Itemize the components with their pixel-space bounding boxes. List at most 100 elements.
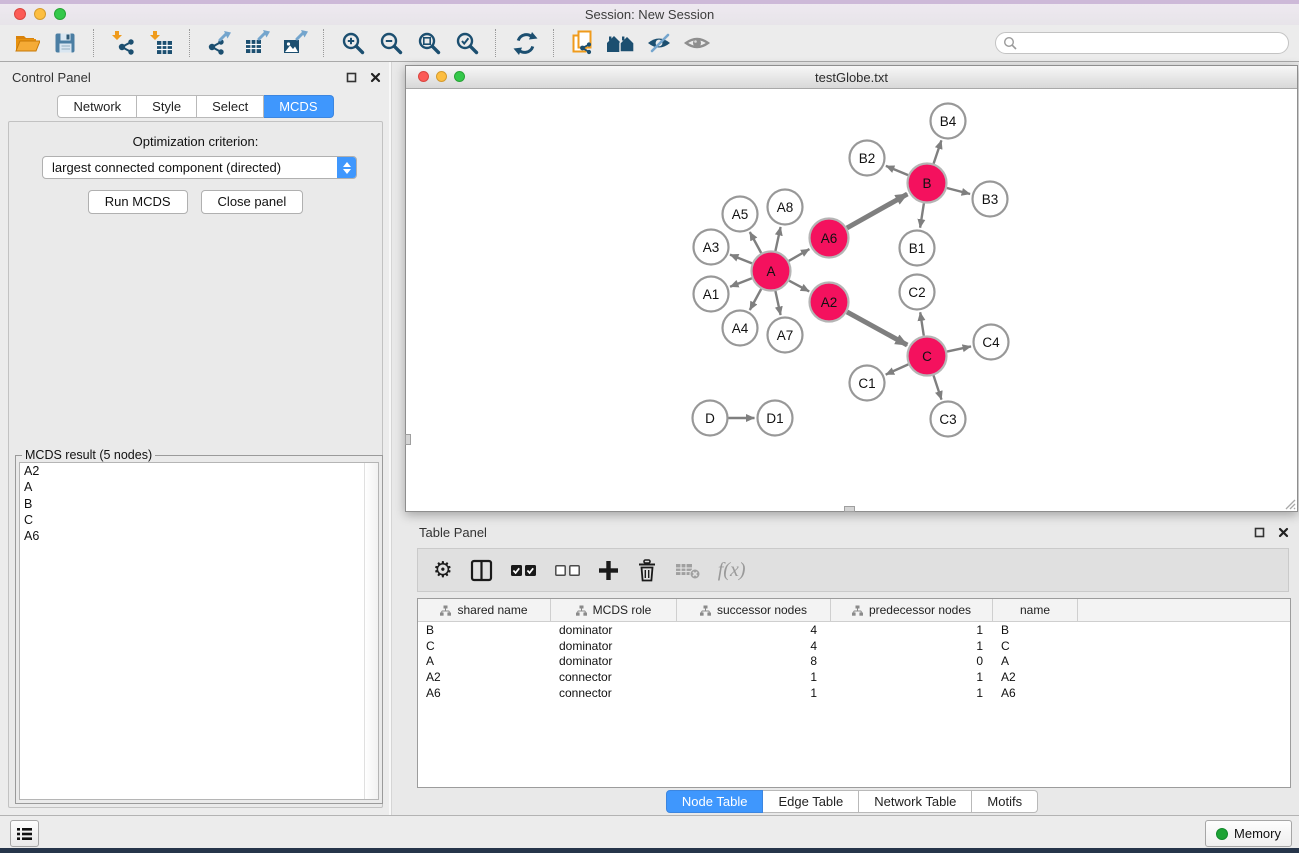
graph-edge-C-C2[interactable] (920, 312, 924, 335)
import-network-button[interactable] (107, 28, 139, 58)
graph-node-B1[interactable]: B1 (900, 231, 935, 266)
close-panel-icon[interactable] (370, 72, 381, 83)
mcds-result-item[interactable]: A (20, 479, 378, 495)
graph-node-A8[interactable]: A8 (768, 190, 803, 225)
tab-network-table[interactable]: Network Table (859, 790, 972, 813)
delete-column-button[interactable] (636, 559, 658, 582)
graph-node-B2[interactable]: B2 (850, 141, 885, 176)
graph-edge-A-A1[interactable] (730, 278, 752, 286)
table-row[interactable]: A6connector11A6 (418, 685, 1290, 701)
graph-node-A6[interactable]: A6 (810, 219, 849, 258)
close-panel-button[interactable]: Close panel (201, 190, 304, 214)
graph-node-B[interactable]: B (908, 164, 947, 203)
tab-node-table[interactable]: Node Table (666, 790, 764, 813)
graph-edge-A-A7[interactable] (775, 291, 780, 315)
optimization-criterion-select[interactable]: largest connected component (directed) (42, 156, 357, 179)
zoom-fit-button[interactable] (413, 28, 445, 58)
show-selected-button[interactable] (681, 28, 713, 58)
graph-node-A5[interactable]: A5 (723, 197, 758, 232)
graph-edge-C-C1[interactable] (886, 364, 909, 374)
graph-edge-A-A5[interactable] (750, 232, 761, 253)
tab-edge-table[interactable]: Edge Table (763, 790, 859, 813)
resize-grip[interactable] (1282, 496, 1296, 510)
hide-selected-button[interactable] (643, 28, 675, 58)
select-all-rows-button[interactable] (510, 561, 537, 579)
network-window-titlebar[interactable]: testGlobe.txt (406, 66, 1297, 89)
tab-mcds[interactable]: MCDS (264, 95, 333, 118)
float-panel-icon[interactable] (346, 72, 357, 83)
show-panel-list-button[interactable] (10, 820, 39, 847)
show-columns-button[interactable] (470, 559, 493, 582)
graph-edge-C-C4[interactable] (947, 346, 971, 351)
graph-node-A4[interactable]: A4 (723, 311, 758, 346)
graph-node-C[interactable]: C (908, 337, 947, 376)
zoom-out-button[interactable] (375, 28, 407, 58)
graph-edge-B-B3[interactable] (947, 188, 970, 194)
graph-edge-B-B1[interactable] (920, 203, 924, 227)
close-panel-icon[interactable] (1278, 527, 1289, 538)
tab-select[interactable]: Select (197, 95, 264, 118)
graph-edge-B-B4[interactable] (934, 140, 942, 163)
tab-network[interactable]: Network (57, 95, 137, 118)
export-table-button[interactable] (241, 28, 273, 58)
memory-button[interactable]: Memory (1205, 820, 1292, 847)
refresh-button[interactable] (509, 28, 541, 58)
graph-node-A3[interactable]: A3 (694, 230, 729, 265)
import-table-button[interactable] (145, 28, 177, 58)
result-scrollbar[interactable] (364, 463, 378, 799)
graph-edge-A-A4[interactable] (750, 289, 761, 310)
mcds-result-item[interactable]: C (20, 512, 378, 528)
table-row[interactable]: Cdominator41C (418, 638, 1290, 654)
column-header-successor-nodes[interactable]: successor nodes (677, 599, 831, 621)
float-panel-icon[interactable] (1254, 527, 1265, 538)
mcds-result-item[interactable]: A6 (20, 528, 378, 544)
zoom-in-button[interactable] (337, 28, 369, 58)
open-session-button[interactable] (11, 28, 43, 58)
graph-edge-A-A2[interactable] (789, 281, 809, 292)
graph-node-A2[interactable]: A2 (810, 283, 849, 322)
graph-node-C4[interactable]: C4 (974, 325, 1009, 360)
export-network-button[interactable] (203, 28, 235, 58)
network-canvas[interactable]: AA1A2A3A4A5A6A7A8BB1B2B3B4CC1C2C3C4DD1 (406, 89, 1297, 511)
h-scroll-thumb[interactable] (844, 506, 855, 512)
graph-edge-C-C3[interactable] (934, 375, 942, 399)
show-all-networks-button[interactable] (605, 28, 637, 58)
graph-node-C3[interactable]: C3 (931, 402, 966, 437)
graph-node-A1[interactable]: A1 (694, 277, 729, 312)
create-column-button[interactable] (598, 560, 619, 581)
graph-edge-A6-B[interactable] (847, 194, 908, 228)
table-row[interactable]: A2connector11A2 (418, 669, 1290, 685)
column-header-mcds-role[interactable]: MCDS role (551, 599, 677, 621)
table-row[interactable]: Bdominator41B (418, 622, 1290, 638)
search-input[interactable] (1017, 36, 1288, 51)
table-row[interactable]: Adominator80A (418, 653, 1290, 669)
graph-node-C2[interactable]: C2 (900, 275, 935, 310)
graph-node-D[interactable]: D (693, 401, 728, 436)
graph-edge-B-B2[interactable] (886, 166, 908, 175)
column-header-name[interactable]: name (993, 599, 1078, 621)
mcds-result-item[interactable]: A2 (20, 463, 378, 479)
tab-motifs[interactable]: Motifs (972, 790, 1038, 813)
graph-edge-A-A6[interactable] (789, 249, 810, 261)
run-mcds-button[interactable]: Run MCDS (88, 190, 188, 214)
v-scroll-thumb[interactable] (405, 434, 411, 445)
graph-edge-A2-C[interactable] (847, 312, 907, 345)
graph-node-C1[interactable]: C1 (850, 366, 885, 401)
table-settings-button[interactable]: ⚙ (433, 560, 453, 580)
column-header-predecessor-nodes[interactable]: predecessor nodes (831, 599, 993, 621)
zoom-selected-button[interactable] (451, 28, 483, 58)
deselect-all-rows-button[interactable] (554, 561, 581, 579)
mcds-result-item[interactable]: B (20, 496, 378, 512)
open-session-file-button[interactable] (567, 28, 599, 58)
save-session-button[interactable] (49, 28, 81, 58)
graph-edge-A-A8[interactable] (775, 227, 780, 251)
graph-node-A[interactable]: A (752, 252, 791, 291)
column-header-shared-name[interactable]: shared name (418, 599, 551, 621)
graph-node-B4[interactable]: B4 (931, 104, 966, 139)
export-image-button[interactable] (279, 28, 311, 58)
graph-node-B3[interactable]: B3 (973, 182, 1008, 217)
search-field[interactable] (995, 32, 1289, 54)
graph-node-A7[interactable]: A7 (768, 318, 803, 353)
graph-edge-A-A3[interactable] (730, 255, 752, 264)
tab-style[interactable]: Style (137, 95, 197, 118)
